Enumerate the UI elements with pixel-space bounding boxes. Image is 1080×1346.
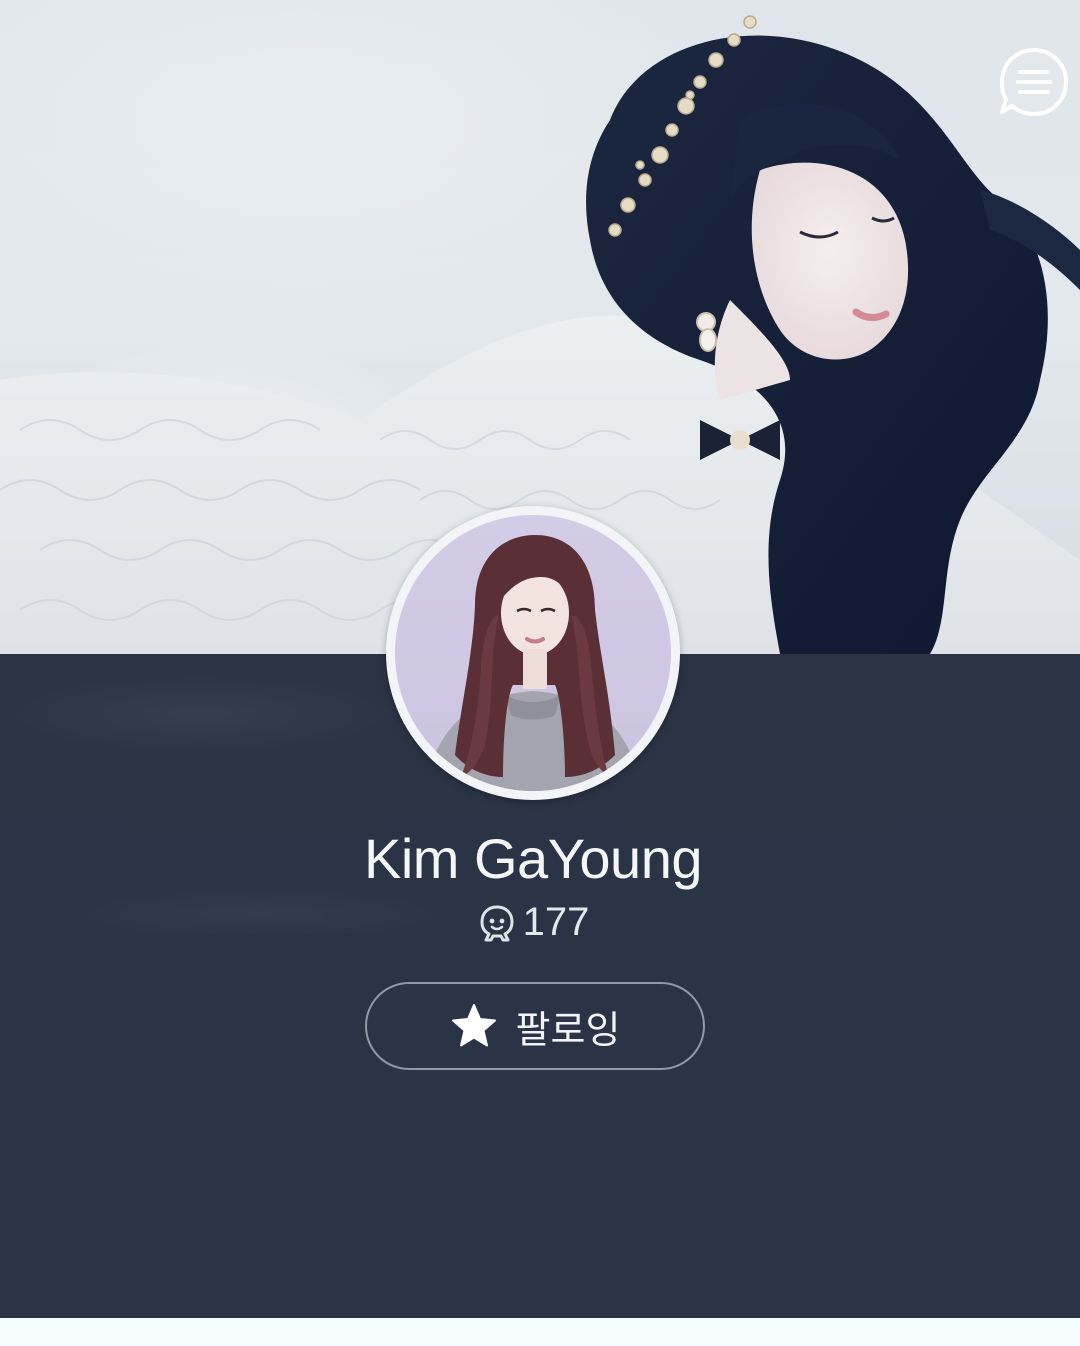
follower-count-row: 177 bbox=[0, 900, 1066, 945]
chat-menu-icon bbox=[1000, 48, 1068, 116]
avatar-photo bbox=[395, 515, 671, 791]
following-button-label: 팔로잉 bbox=[515, 1007, 621, 1052]
star-icon bbox=[451, 1004, 496, 1047]
follower-count: 177 bbox=[522, 900, 590, 944]
profile-avatar[interactable] bbox=[386, 506, 680, 800]
bottom-area bbox=[0, 1318, 1080, 1346]
chat-menu-button[interactable] bbox=[996, 44, 1072, 120]
profile-screen: Kim GaYoung 177 팔로잉 bbox=[0, 0, 1080, 1346]
fan-face-icon bbox=[480, 905, 514, 941]
following-button[interactable]: 팔로잉 bbox=[365, 982, 705, 1070]
profile-name: Kim GaYoung bbox=[364, 827, 703, 890]
